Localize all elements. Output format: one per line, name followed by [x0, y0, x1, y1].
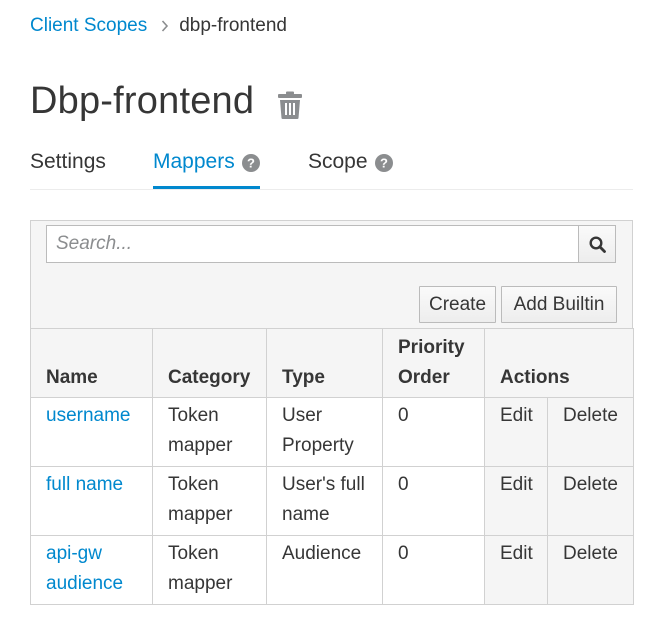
tab-scope[interactable]: Scope ?: [308, 145, 393, 189]
table-row: api-gw audience Token mapper Audience 0 …: [30, 535, 634, 605]
breadcrumb-client-scopes-link[interactable]: Client Scopes: [30, 15, 147, 37]
mapper-priority: 0: [382, 397, 485, 467]
tab-mappers-label: Mappers: [153, 150, 235, 173]
mapper-name-link[interactable]: username: [46, 405, 131, 426]
mapper-priority: 0: [382, 466, 485, 536]
mapper-category: Token mapper: [152, 397, 267, 467]
mapper-priority: 0: [382, 535, 485, 605]
edit-action[interactable]: Edit: [484, 535, 548, 605]
column-header-category: Category: [152, 328, 267, 398]
delete-label: Delete: [563, 405, 618, 426]
svg-text:?: ?: [380, 156, 388, 171]
edit-action[interactable]: Edit: [484, 397, 548, 467]
delete-action[interactable]: Delete: [547, 466, 634, 536]
delete-action[interactable]: Delete: [547, 535, 634, 605]
breadcrumb-current: dbp-frontend: [179, 15, 287, 36]
delete-action[interactable]: Delete: [547, 397, 634, 467]
column-header-name: Name: [30, 328, 153, 398]
edit-label: Edit: [500, 474, 533, 495]
question-circle-icon[interactable]: ?: [374, 154, 393, 172]
mappers-panel: Create Add Builtin Name Category Type Pr…: [30, 220, 634, 605]
table-header-row: Name Category Type Priority Order Action…: [30, 328, 634, 398]
page-header: Dbp-frontend: [30, 80, 303, 123]
column-header-type: Type: [266, 328, 383, 398]
trash-icon[interactable]: [278, 91, 303, 119]
table-row: full name Token mapper User's full name …: [30, 466, 634, 536]
breadcrumb: Client Scopes dbp-frontend: [30, 12, 287, 40]
search-bar: [46, 225, 616, 263]
mapper-type: User's full name: [266, 466, 383, 536]
search-button[interactable]: [579, 225, 616, 263]
tab-settings[interactable]: Settings: [30, 145, 106, 189]
mapper-category: Token mapper: [152, 466, 267, 536]
column-header-priority-order: Priority Order: [382, 328, 485, 398]
create-button[interactable]: Create: [419, 286, 496, 323]
mapper-category: Token mapper: [152, 535, 267, 605]
search-input[interactable]: [46, 225, 580, 263]
mappers-table: Name Category Type Priority Order Action…: [30, 328, 634, 605]
column-header-actions: Actions: [484, 328, 634, 398]
page-title: Dbp-frontend: [30, 80, 255, 122]
tabs: Settings Mappers ? Scope ?: [30, 145, 633, 190]
search-icon: [589, 235, 606, 253]
edit-action[interactable]: Edit: [484, 466, 548, 536]
tab-settings-label: Settings: [30, 150, 106, 173]
tab-mappers[interactable]: Mappers ?: [153, 145, 260, 189]
mapper-type: Audience: [266, 535, 383, 605]
delete-label: Delete: [563, 474, 618, 495]
edit-label: Edit: [500, 405, 533, 426]
mapper-name-link[interactable]: full name: [46, 474, 123, 495]
tab-scope-label: Scope: [308, 150, 368, 173]
mapper-name-link[interactable]: api-gw audience: [46, 543, 123, 594]
edit-label: Edit: [500, 543, 533, 564]
delete-label: Delete: [563, 543, 618, 564]
mapper-type: User Property: [266, 397, 383, 467]
table-row: username Token mapper User Property 0 Ed…: [30, 397, 634, 467]
question-circle-icon[interactable]: ?: [241, 154, 260, 172]
add-builtin-button[interactable]: Add Builtin: [501, 286, 617, 323]
chevron-right-icon: [161, 20, 169, 32]
svg-text:?: ?: [247, 156, 255, 171]
